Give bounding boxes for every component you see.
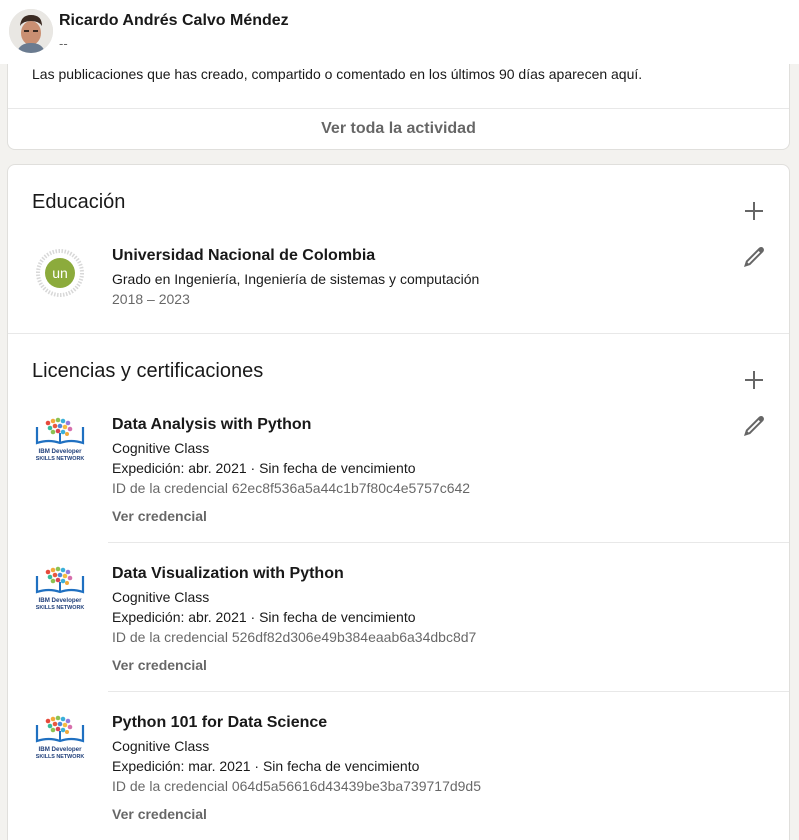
view-credential-button[interactable]: Ver credencial: [112, 657, 207, 673]
ibm-skills-network-logo: IBM Developer SKILLS NETWORK: [32, 415, 88, 471]
section-divider: [8, 333, 789, 334]
add-certification-button[interactable]: [738, 364, 770, 396]
pencil-icon: [744, 247, 764, 267]
university-logo: un: [32, 245, 88, 301]
certifications-section-title: Licencias y certificaciones: [32, 360, 264, 382]
item-divider: [108, 542, 789, 543]
profile-name: Ricardo Andrés Calvo Méndez: [59, 12, 289, 29]
certification-name[interactable]: Data Analysis with Python: [112, 416, 311, 434]
certification-issuer: Cognitive Class: [112, 738, 210, 754]
ibm-logo-line2: SKILLS NETWORK: [36, 456, 85, 462]
certification-issue-date: Expedición: mar. 2021 · Sin fecha de ven…: [112, 758, 420, 774]
edit-certifications-button[interactable]: [738, 410, 770, 442]
ibm-skills-network-logo: IBM Developer SKILLS NETWORK: [32, 713, 88, 769]
item-divider: [108, 691, 789, 692]
university-logo-text: un: [52, 265, 68, 281]
certification-issuer: Cognitive Class: [112, 589, 210, 605]
certification-issue-date: Expedición: abr. 2021 · Sin fecha de ven…: [112, 609, 416, 625]
ibm-logo-line2: SKILLS NETWORK: [36, 754, 85, 760]
ibm-logo-line1: IBM Developer: [39, 597, 83, 604]
plus-icon: [745, 202, 763, 220]
profile-sections-card: Educación un Universidad Nacional de Col…: [7, 164, 790, 840]
pencil-icon: [744, 416, 764, 436]
add-education-button[interactable]: [738, 195, 770, 227]
avatar[interactable]: [9, 9, 53, 53]
see-all-activity-button[interactable]: Ver toda la actividad: [8, 108, 789, 150]
certification-issuer: Cognitive Class: [112, 440, 210, 456]
education-section-title: Educación: [32, 191, 126, 213]
certification-credential-id: ID de la credencial 064d5a56616d43439be3…: [112, 778, 481, 794]
ibm-logo-line2: SKILLS NETWORK: [36, 605, 85, 611]
ibm-logo-line1: IBM Developer: [39, 746, 83, 753]
view-credential-button[interactable]: Ver credencial: [112, 508, 207, 524]
ibm-skills-network-logo: IBM Developer SKILLS NETWORK: [32, 564, 88, 620]
certification-credential-id: ID de la credencial 62ec8f536a5a44c1b7f8…: [112, 480, 471, 496]
activity-description: Las publicaciones que has creado, compar…: [32, 66, 643, 82]
certification-name[interactable]: Python 101 for Data Science: [112, 714, 327, 732]
degree: Grado en Ingeniería, Ingeniería de siste…: [112, 271, 480, 287]
view-credential-button[interactable]: Ver credencial: [112, 806, 207, 822]
profile-sticky-header: Ricardo Andrés Calvo Méndez --: [0, 0, 799, 64]
education-dates: 2018 – 2023: [112, 291, 190, 307]
edit-education-button[interactable]: [738, 241, 770, 273]
certification-credential-id: ID de la credencial 526df82d306e49b384ea…: [112, 629, 477, 645]
school-name[interactable]: Universidad Nacional de Colombia: [112, 247, 375, 265]
certification-name[interactable]: Data Visualization with Python: [112, 565, 344, 583]
ibm-logo-line1: IBM Developer: [39, 448, 83, 455]
profile-headline: --: [59, 36, 68, 51]
certification-issue-date: Expedición: abr. 2021 · Sin fecha de ven…: [112, 460, 416, 476]
plus-icon: [745, 371, 763, 389]
